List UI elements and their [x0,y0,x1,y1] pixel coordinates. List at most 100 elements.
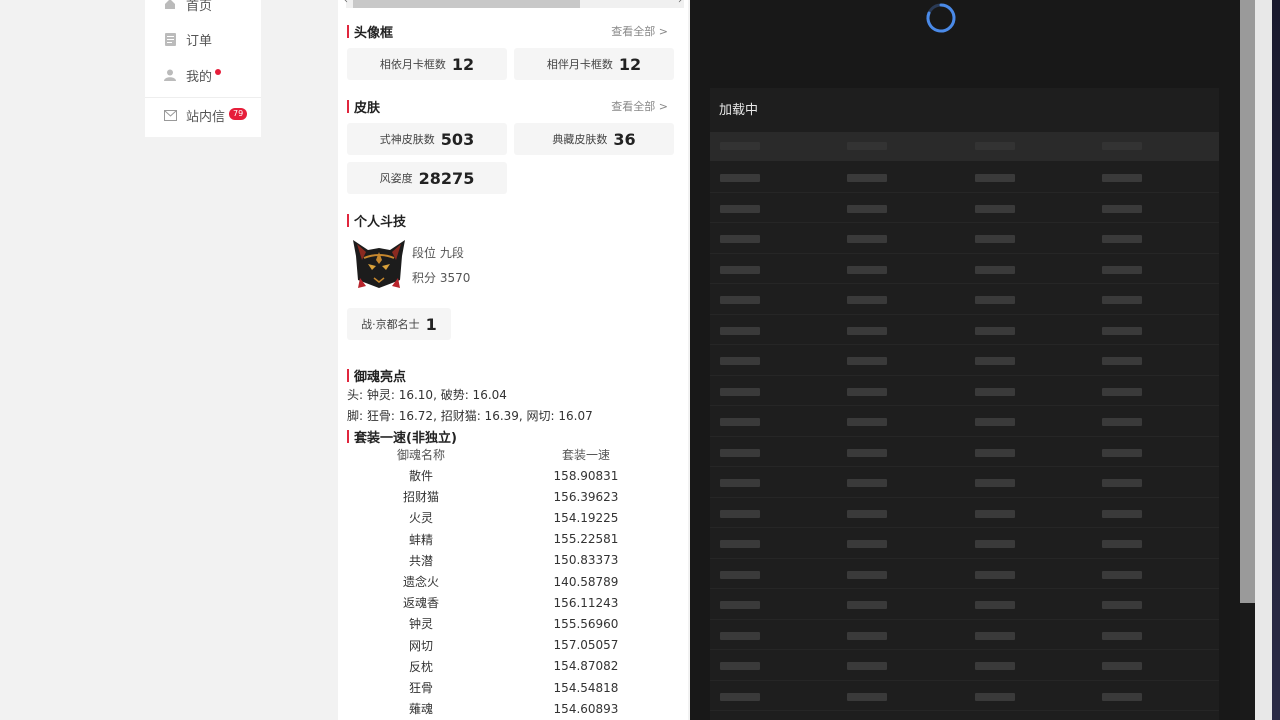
skeleton-bar [720,601,760,609]
scrollbar-thumb[interactable] [353,0,580,8]
skeleton-bar [975,142,1015,150]
nav-item-inbox[interactable]: 站内信 79 [163,105,248,125]
yuhun-name: 蚌精 [408,532,434,547]
yuhun-name: 共潜 [408,553,434,568]
skeleton-bar [1102,570,1142,579]
vertical-scrollbar-track[interactable] [1240,603,1255,720]
skeleton-bar [1102,601,1142,609]
skeleton-bar [847,387,887,396]
table-header: 御魂名称 套装一速 [338,444,688,465]
skeleton-bar [1102,387,1142,396]
table-row: 招财猫 156.39623 [338,486,688,507]
skeleton-bar [1102,204,1142,213]
skeleton-bar [1102,142,1142,150]
yuhun-name: 钟灵 [408,617,434,632]
table-row: 钟灵 155.56960 [338,613,688,634]
stat-box: 相依月卡框数 12 [347,48,507,80]
skeleton-bar [975,357,1015,365]
score-row: 积分 3570 [412,269,470,286]
skeleton-bar [720,448,760,457]
stat-label: 典藏皮肤数 [552,133,608,146]
skeleton-bar [847,479,887,487]
skins-title: 皮肤 [347,97,380,116]
scroll-right-icon[interactable]: › [678,0,682,6]
stat-label: 风姿度 [379,172,413,185]
set-speed-value: 140.58789 [553,574,619,589]
skeleton-bar [720,418,760,426]
scroll-left-icon[interactable]: ‹ [344,0,348,6]
skeleton-bar [1102,357,1142,365]
yuhun-name: 招财猫 [402,490,440,505]
yuhun-name: 火灵 [408,511,434,526]
skeleton-bar [720,631,760,640]
skeleton-bar [720,540,760,548]
table-row: 网切 157.05057 [338,635,688,656]
skeleton-row [710,162,1219,193]
skeleton-bar [975,387,1015,396]
nav-item-home[interactable]: 首页 [163,0,212,14]
stat-value: 1 [425,314,437,334]
skeleton-bar [720,326,760,335]
skeleton-bar [975,509,1015,518]
set-speed-value: 154.19225 [553,510,619,525]
skeleton-bar [720,387,760,396]
skeleton-bar [720,204,760,213]
set-speed-value: 154.54818 [553,680,619,695]
skeleton-bar [975,296,1015,304]
yuhun-name: 薙魂 [408,702,434,717]
yuhun-name: 散件 [408,469,434,483]
set-speed-title: 套装一速(非独立) [347,427,457,446]
stat-box: 典藏皮肤数 36 [514,123,674,155]
skeleton-row [710,284,1219,315]
vertical-scrollbar-thumb[interactable] [1240,0,1255,603]
skeleton-bar [847,662,887,670]
rank-value: 九段 [439,246,464,260]
skeleton-bar [1102,662,1142,670]
rank-row: 段位 九段 [412,244,464,261]
skeleton-bar [975,570,1015,579]
stat-label: 式神皮肤数 [379,133,435,146]
skeleton-bar [1102,479,1142,487]
stat-value: 12 [451,54,475,74]
nav-item-mine[interactable]: 我的 [163,65,222,85]
skeleton-bar [720,692,760,701]
yuhun-name: 网切 [408,638,434,653]
score-label: 积分 [412,271,437,285]
set-speed-value: 158.90831 [553,468,619,483]
desktop-background [1272,0,1280,720]
skeleton-bar [847,418,887,426]
skins-view-all-link[interactable]: 查看全部 > [611,97,668,115]
skeleton-bar [975,662,1015,670]
stat-label: 相伴月卡框数 [546,58,613,71]
horizontal-scrollbar[interactable]: ‹ › [344,0,684,8]
set-speed-value: 157.05057 [553,638,619,653]
skeleton-bar [975,235,1015,243]
skeleton-row [710,467,1219,498]
skeleton-bar [1102,540,1142,548]
nav-divider [145,97,261,98]
nav-item-orders[interactable]: 订单 [163,29,212,49]
table-row: 蚌精 155.22581 [338,529,688,550]
set-speed-value: 154.60893 [553,701,619,716]
skeleton-bar [847,265,887,274]
fox-mask-avatar [352,238,406,290]
stat-box: 相伴月卡框数 12 [514,48,674,80]
skeleton-bar [975,204,1015,213]
skeleton-bar [720,296,760,304]
skeleton-bar [847,601,887,609]
skeleton-bar [975,448,1015,457]
avatar-frame-title: 头像框 [347,22,393,41]
skeleton-bar [847,631,887,640]
column-header-name: 御魂名称 [396,448,446,462]
pvp-title-badge: 战·京都名士 1 [347,308,451,340]
skeleton-bar [1102,448,1142,457]
skeleton-row [710,650,1219,681]
set-speed-value: 155.22581 [553,532,619,547]
stat-box: 风姿度 28275 [347,162,507,194]
skeleton-bar [847,540,887,548]
right-edge-panel [1255,0,1272,720]
skeleton-row [710,345,1219,376]
avatar-frame-view-all-link[interactable]: 查看全部 > [611,22,668,40]
set-speed-value: 156.39623 [553,489,619,504]
table-row: 薙魂 154.60893 [338,698,688,719]
